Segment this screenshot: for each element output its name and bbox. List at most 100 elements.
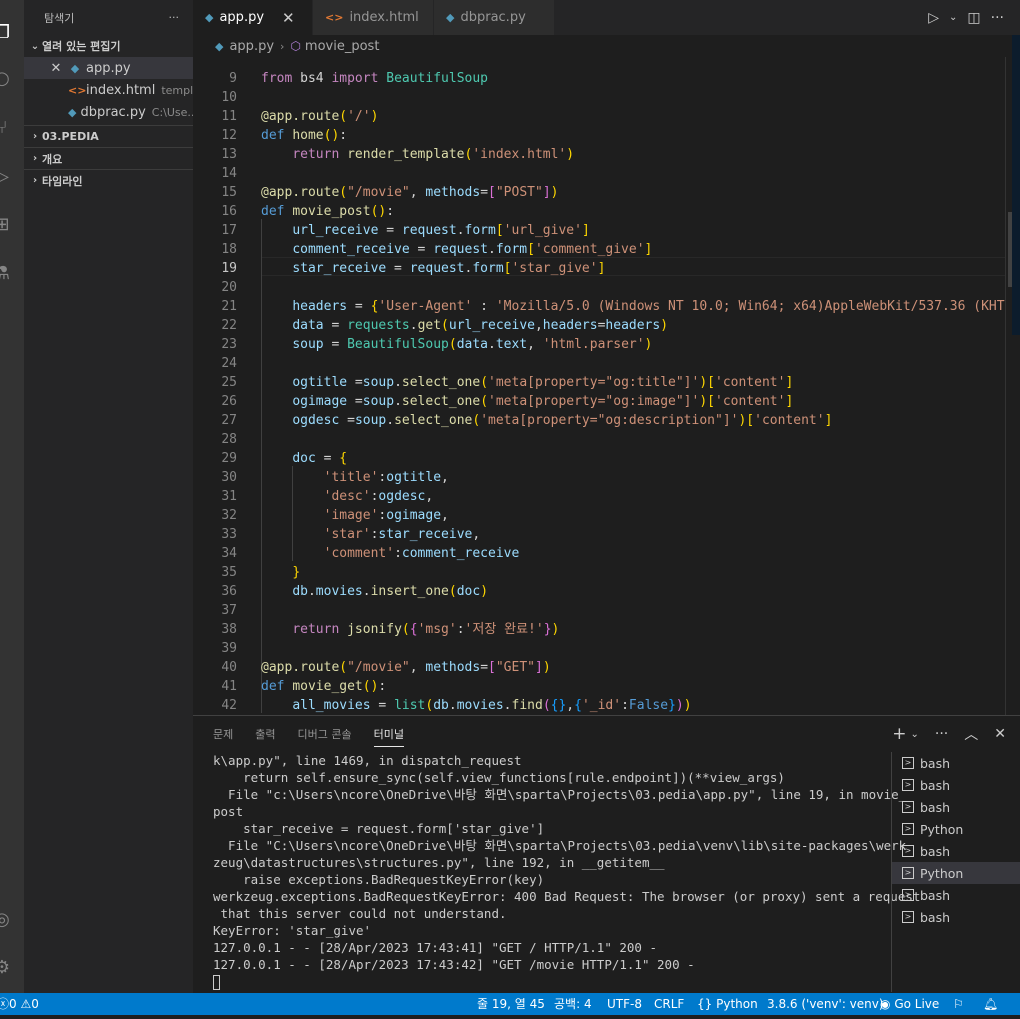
language-status[interactable]: {} Python (697, 993, 758, 1015)
run-debug-icon[interactable]: ▷ (0, 166, 13, 188)
problems-status[interactable]: ⓧ0 ⚠0 (0, 993, 39, 1015)
code-line[interactable]: 14 (193, 164, 1020, 183)
add-terminal-icon[interactable]: + (892, 724, 906, 744)
code-line[interactable]: 39 (193, 639, 1020, 658)
split-editor-icon[interactable]: ◫ (967, 10, 980, 26)
cursor-position[interactable]: 줄 19, 열 45 (477, 993, 545, 1015)
extensions-icon[interactable]: ⊞ (0, 214, 13, 236)
code-line[interactable]: 9 from bs4 import BeautifulSoup (193, 69, 1020, 88)
code-line[interactable]: 35 } (193, 563, 1020, 582)
close-icon[interactable]: ✕ (48, 61, 64, 76)
terminal-instance[interactable]: > bash (892, 884, 1020, 906)
more-actions-icon[interactable]: ··· (935, 726, 948, 742)
code-text: url_receive = request.form['url_give'] (292, 223, 590, 238)
code-line[interactable]: 15 @app.route("/movie", methods=["POST"]) (193, 183, 1020, 202)
open-editor-item[interactable]: <> index.html templ... (24, 79, 193, 101)
code-line[interactable]: 19 star_receive = request.form['star_giv… (193, 259, 1020, 278)
tab-app-py[interactable]: ◆ app.py ✕ (193, 0, 313, 35)
code-line[interactable]: 17 url_receive = request.form['url_give'… (193, 221, 1020, 240)
more-actions-icon[interactable]: ··· (991, 10, 1004, 26)
code-line[interactable]: 33 'star':star_receive, (193, 525, 1020, 544)
open-editors-section[interactable]: ⌄ 열려 있는 편집기 (24, 35, 193, 57)
code-line[interactable]: 21 headers = {'User-Agent' : 'Mozilla/5.… (193, 297, 1020, 316)
search-icon[interactable]: ○ (0, 68, 13, 90)
terminal-instance[interactable]: > bash (892, 774, 1020, 796)
code-text: ogimage =soup.select_one('meta[property=… (292, 394, 794, 409)
code-line[interactable]: 20 (193, 278, 1020, 297)
notifications-bell-icon[interactable]: 🔔︎ (983, 993, 998, 1015)
eol-status[interactable]: CRLF (654, 993, 684, 1015)
terminal-name: bash (920, 887, 951, 903)
tab-output[interactable]: 출력 (255, 726, 275, 742)
breadcrumb: ◆ app.py › ⬡ movie_post (193, 35, 1020, 57)
terminal-cursor[interactable] (213, 973, 875, 990)
terminal-output[interactable]: k\app.py", line 1469, in dispatch_reques… (213, 752, 920, 992)
terminal-instance[interactable]: > Python (892, 818, 1020, 840)
run-icon[interactable]: ▷ (928, 10, 939, 26)
code-line[interactable]: 25 ogtitle =soup.select_one('meta[proper… (193, 373, 1020, 392)
outline-section[interactable]: › 개요 (24, 147, 193, 169)
chevron-down-icon[interactable]: ⌄ (949, 12, 957, 23)
code-line[interactable]: 38 return jsonify({'msg':'저장 완료!'}) (193, 620, 1020, 639)
chevron-down-icon[interactable]: ⌄ (911, 729, 919, 740)
code-line[interactable]: 24 (193, 354, 1020, 373)
terminal-line: 127.0.0.1 - - [28/Apr/2023 17:43:41] "GE… (213, 940, 658, 955)
code-editor[interactable]: 9 from bs4 import BeautifulSoup 10 11 @app.r… (193, 57, 1020, 715)
code-line[interactable]: 13 return render_template('index.html') (193, 145, 1020, 164)
code-line[interactable]: 12 def home(): (193, 126, 1020, 145)
encoding-status[interactable]: UTF-8 (607, 993, 642, 1015)
open-editor-item[interactable]: ◆ dbprac.py C:\Use... (24, 101, 193, 123)
terminal-instance[interactable]: > bash (892, 906, 1020, 928)
code-line[interactable]: 41 def movie_get(): (193, 677, 1020, 696)
timeline-section[interactable]: › 타임라인 (24, 169, 193, 191)
code-line[interactable]: 16 def movie_post(): (193, 202, 1020, 221)
code-line[interactable]: 27 ogdesc =soup.select_one('meta[propert… (193, 411, 1020, 430)
code-line[interactable]: 34 'comment':comment_receive (193, 544, 1020, 563)
code-line[interactable]: 18 comment_receive = request.form['comme… (193, 240, 1020, 259)
terminal-instance[interactable]: > bash (892, 752, 1020, 774)
code-line[interactable]: 29 doc = { (193, 449, 1020, 468)
open-editor-item[interactable]: ✕ ◆ app.py (24, 57, 193, 79)
close-icon[interactable]: ✕ (282, 9, 295, 27)
account-icon[interactable]: ◎ (0, 909, 13, 931)
explorer-icon[interactable]: ❐ (0, 22, 13, 44)
source-control-icon[interactable]: ⑂ (0, 117, 13, 139)
terminal-instance[interactable]: > bash (892, 840, 1020, 862)
code-line[interactable]: 36 db.movies.insert_one(doc) (193, 582, 1020, 601)
settings-gear-icon[interactable]: ⚙ (0, 957, 13, 979)
line-number: 18 (221, 242, 237, 257)
code-line[interactable]: 31 'desc':ogdesc, (193, 487, 1020, 506)
terminal-name: bash (920, 777, 951, 793)
feedback-icon[interactable]: ⚐ (953, 993, 964, 1015)
folder-section[interactable]: › 03.PEDIA (24, 125, 193, 147)
interpreter-status[interactable]: 3.8.6 ('venv': venv) (767, 993, 884, 1015)
code-line[interactable]: 40 @app.route("/movie", methods=["GET"]) (193, 658, 1020, 677)
indentation-status[interactable]: 공백: 4 (554, 993, 592, 1015)
go-live-button[interactable]: ◉ Go Live (880, 993, 939, 1015)
code-line[interactable]: 42 all_movies = list(db.movies.find({},{… (193, 696, 1020, 715)
code-line[interactable]: 22 data = requests.get(url_receive,heade… (193, 316, 1020, 335)
code-line[interactable]: 10 (193, 88, 1020, 107)
line-number: 32 (221, 508, 237, 523)
tab-dbprac-py[interactable]: ◆ dbprac.py (434, 0, 555, 35)
line-number: 23 (221, 337, 237, 352)
code-line[interactable]: 11 @app.route('/') (193, 107, 1020, 126)
tab-problems[interactable]: 문제 (213, 726, 233, 742)
testing-icon[interactable]: ⚗ (0, 263, 13, 285)
code-line[interactable]: 30 'title':ogtitle, (193, 468, 1020, 487)
tab-debug-console[interactable]: 디버그 콘솔 (298, 726, 352, 742)
more-actions-icon[interactable]: ··· (169, 11, 180, 24)
tab-terminal[interactable]: 터미널 (373, 726, 404, 747)
code-line[interactable]: 37 (193, 601, 1020, 620)
code-line[interactable]: 26 ogimage =soup.select_one('meta[proper… (193, 392, 1020, 411)
tab-index-html[interactable]: <> index.html (313, 0, 434, 35)
breadcrumb-symbol[interactable]: movie_post (305, 39, 380, 54)
breadcrumb-file[interactable]: app.py (229, 39, 274, 54)
code-line[interactable]: 32 'image':ogimage, (193, 506, 1020, 525)
close-panel-icon[interactable]: ✕ (994, 726, 1006, 742)
code-line[interactable]: 28 (193, 430, 1020, 449)
terminal-instance[interactable]: > Python (892, 862, 1020, 884)
maximize-panel-icon[interactable]: ︿ (964, 724, 978, 744)
code-line[interactable]: 23 soup = BeautifulSoup(data.text, 'html… (193, 335, 1020, 354)
terminal-instance[interactable]: > bash (892, 796, 1020, 818)
